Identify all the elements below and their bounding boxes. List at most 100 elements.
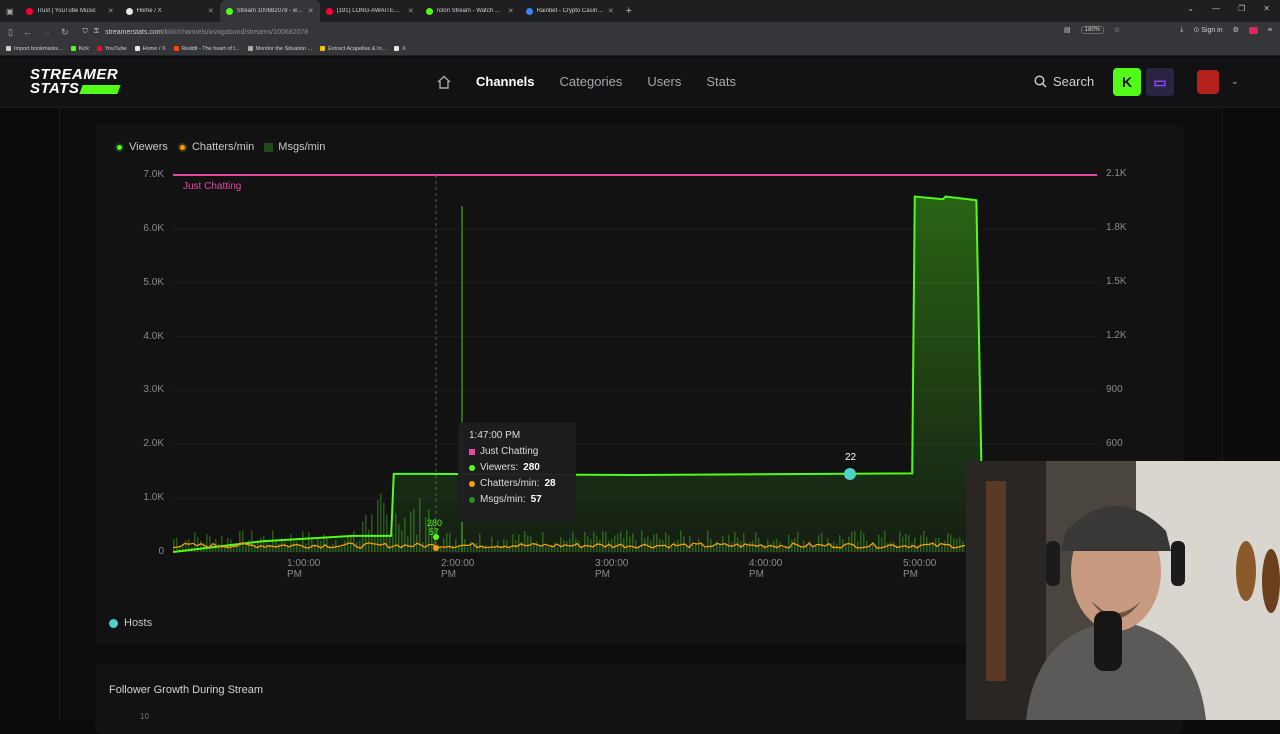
- bookmark-label: X: [402, 45, 406, 52]
- bookmarks-bar: Import bookmarks... Kick YouTube Home / X Re…: [0, 42, 1280, 56]
- search-button[interactable]: Search: [1034, 74, 1094, 89]
- avatar[interactable]: [1197, 70, 1219, 94]
- hosts-label: Hosts: [124, 617, 153, 629]
- tab-close-icon[interactable]: ✕: [408, 7, 414, 15]
- tooltip-time: 1:47:00 PM: [469, 430, 521, 441]
- y-tick-label: 2.0K: [143, 438, 164, 450]
- legend-viewers[interactable]: Viewers: [115, 141, 168, 153]
- follower-growth-title: Follower Growth During Stream: [109, 684, 264, 696]
- close-window-icon[interactable]: ✕: [1263, 4, 1270, 13]
- chart-tooltip: 1:47:00 PM Just Chatting Viewers: 280 Cha…: [458, 422, 576, 522]
- browser-tab[interactable]: Stream 100682078 - wvagabon ✕: [219, 0, 320, 22]
- webcam-overlay: [966, 461, 1280, 720]
- address-bar: ▯ ← → ↻ ⛉ ⚿ streamerstats.com/kick/chann…: [0, 22, 1280, 42]
- browser-tab[interactable]: Trust | YouTube Music ✕: [20, 0, 120, 22]
- url-path: /kick/channels/wvagabond/streams/1006820…: [162, 28, 309, 36]
- tooltip-category: Just Chatting: [480, 446, 539, 457]
- logo-line2: STATS: [30, 80, 80, 97]
- tab-list-icon[interactable]: ⌄: [1187, 4, 1194, 13]
- chart-legend: Viewers Chatters/min Msgs/min: [115, 141, 325, 153]
- bookmark-item[interactable]: Monitor the Situation ...: [247, 45, 313, 52]
- bookmark-favicon-icon: [320, 46, 326, 51]
- twitch-icon: ▭: [1153, 73, 1167, 90]
- chevron-down-icon[interactable]: ⌄: [1231, 76, 1239, 87]
- reader-icon[interactable]: ▤: [1064, 26, 1071, 34]
- tab-close-icon[interactable]: ✕: [108, 7, 114, 15]
- tab-close-icon[interactable]: ✕: [208, 7, 214, 15]
- minimize-icon[interactable]: —: [1212, 4, 1220, 13]
- nav-users[interactable]: Users: [647, 74, 681, 89]
- legend-chatters[interactable]: Chatters/min: [177, 141, 254, 153]
- url-field[interactable]: ⛉ ⚿ streamerstats.com/kick/channels/wvag…: [83, 28, 309, 36]
- site-header: STREAMER STATS Channels Categories Users…: [0, 57, 1280, 108]
- kick-platform-button[interactable]: K: [1113, 68, 1141, 96]
- bookmark-item[interactable]: Reddit - The heart of t...: [173, 46, 240, 52]
- profile-icon[interactable]: [1248, 26, 1258, 34]
- hosts-legend[interactable]: Hosts: [109, 617, 152, 629]
- bookmark-label: Home / X: [142, 45, 166, 52]
- nav-stats[interactable]: Stats: [706, 74, 736, 89]
- nav-categories[interactable]: Categories: [560, 74, 623, 89]
- signin-button[interactable]: ⊙ Sign in: [1193, 26, 1222, 34]
- legend-msgs[interactable]: Msgs/min: [264, 141, 325, 153]
- shield-icon[interactable]: ⛉: [83, 28, 88, 36]
- bookmark-favicon-icon: [394, 46, 400, 51]
- bookmark-item[interactable]: Import bookmarks...: [6, 46, 63, 52]
- tab-close-icon[interactable]: ✕: [508, 7, 514, 15]
- site-info-icon[interactable]: ⚿: [94, 28, 99, 36]
- bookmark-item[interactable]: Kick: [70, 45, 89, 52]
- bookmark-label: Monitor the Situation ...: [255, 45, 313, 52]
- sidebar-toggle-icon[interactable]: ▯: [8, 27, 13, 38]
- forward-icon[interactable]: →: [42, 27, 51, 38]
- browser-tab[interactable]: Rainbet - Crypto Casino & Spo ✕: [520, 0, 620, 22]
- y-tick-label: 1.0K: [143, 492, 164, 504]
- x-tick-label: 2:00:00 PM: [441, 558, 475, 580]
- reload-icon[interactable]: ↻: [61, 27, 69, 38]
- y-right-tick-label: 1.8K: [1106, 222, 1127, 233]
- tab-title: Rainbet - Crypto Casino & Spo: [536, 8, 604, 14]
- browser-tab[interactable]: (191) LONG-AWAITED WIN | Dr ✕: [320, 0, 420, 22]
- bookmark-star-icon[interactable]: ☆: [1114, 26, 1120, 34]
- nav-channels[interactable]: Channels: [476, 74, 535, 89]
- y-right-tick-label: 2.1K: [1106, 168, 1127, 179]
- tab-close-icon[interactable]: ✕: [308, 7, 314, 15]
- bookmark-item[interactable]: X: [394, 46, 406, 52]
- extensions-icon[interactable]: ⚙: [1233, 26, 1239, 34]
- twitch-platform-button[interactable]: ▭: [1146, 68, 1174, 96]
- bookmark-label: YouTube: [105, 45, 127, 52]
- tooltip-viewers-label: Viewers:: [480, 462, 519, 473]
- download-icon[interactable]: ⤓: [1180, 26, 1183, 34]
- home-icon[interactable]: [437, 75, 451, 89]
- x-tick-label: 4:00:00 PM: [749, 558, 783, 580]
- host-marker-label: 22: [845, 452, 857, 463]
- tab-close-icon[interactable]: ✕: [608, 7, 614, 15]
- site-logo[interactable]: STREAMER STATS: [30, 67, 122, 97]
- signin-label: Sign in: [1201, 27, 1223, 34]
- tab-menu-icon[interactable]: ▣: [0, 7, 20, 16]
- tab-title: Home / X: [136, 8, 162, 14]
- tooltip-viewers-value: 280: [523, 462, 540, 473]
- tab-title: Stream 100682078 - wvagabon: [236, 8, 304, 14]
- back-icon[interactable]: ←: [23, 27, 32, 38]
- browser-tab[interactable]: n3on Stream - Watch Live on K ✕: [420, 0, 520, 22]
- tab-favicon-icon: [25, 7, 33, 15]
- bookmark-item[interactable]: Home / X: [134, 45, 166, 52]
- zoom-badge[interactable]: 180%: [1080, 26, 1105, 34]
- maximize-icon[interactable]: ❐: [1238, 4, 1245, 13]
- search-icon: [1034, 75, 1047, 88]
- tooltip-chatters-value: 28: [544, 478, 556, 489]
- category-label: Just Chatting: [183, 181, 242, 192]
- browser-tab[interactable]: Home / X ✕: [120, 0, 220, 22]
- tab-title: n3on Stream - Watch Live on K: [436, 8, 504, 14]
- tab-favicon-icon: [225, 7, 233, 15]
- bookmark-favicon-icon: [6, 46, 11, 51]
- bookmark-item[interactable]: YouTube: [97, 46, 127, 52]
- bookmark-item[interactable]: Extract Acapellas & In...: [320, 46, 386, 52]
- bookmark-label: Kick: [78, 45, 89, 52]
- bookmark-favicon-icon: [247, 46, 253, 51]
- logo-bar: [79, 84, 122, 94]
- tab-title: (191) LONG-AWAITED WIN | Dr: [336, 8, 404, 14]
- menu-icon[interactable]: ≡: [1268, 27, 1272, 34]
- url-host: streamerstats.com: [105, 28, 163, 36]
- new-tab-button[interactable]: +: [620, 5, 638, 17]
